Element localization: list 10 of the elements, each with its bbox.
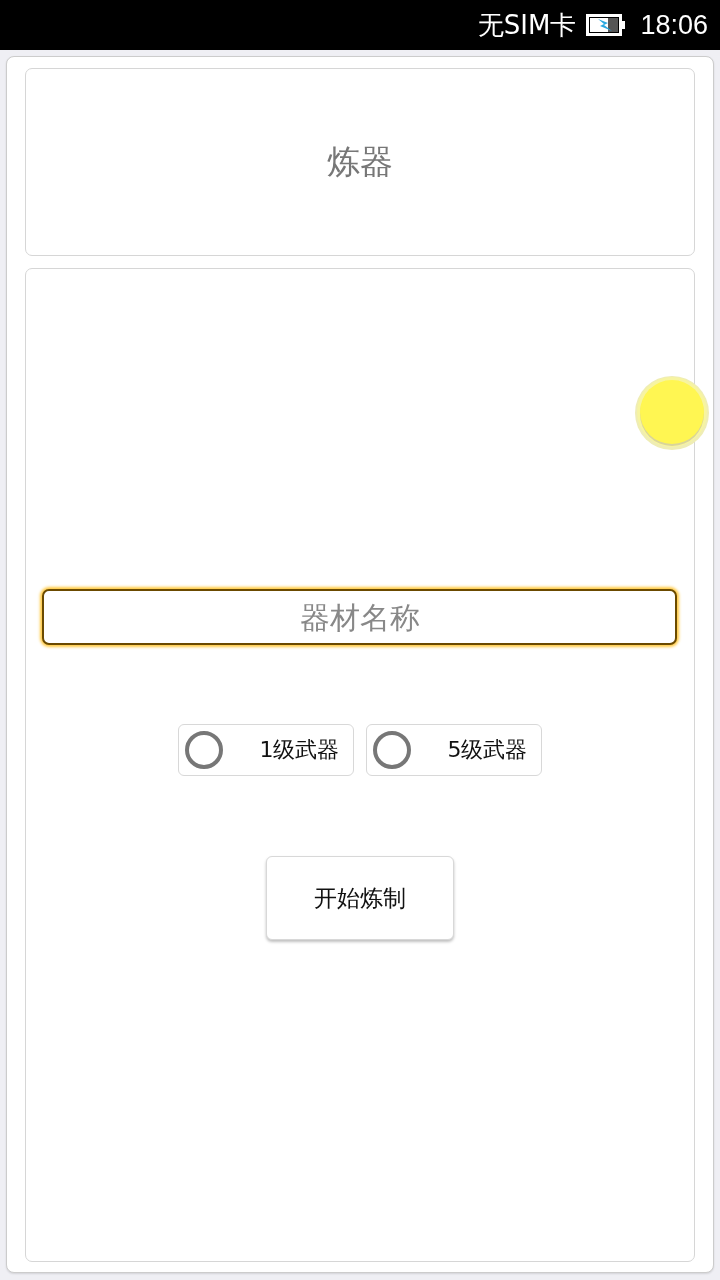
battery-charging-icon	[586, 14, 627, 36]
radio-option[interactable]: 1级武器	[177, 724, 354, 776]
radio-icon[interactable]	[372, 731, 411, 769]
clock-text: 18:06	[640, 10, 708, 40]
radio-option[interactable]: 5级武器	[365, 724, 542, 776]
carrier-text: 无SIM卡	[477, 10, 577, 40]
start-button[interactable]: 开始炼制	[265, 856, 454, 940]
input-field[interactable]: 器材名称	[42, 589, 677, 645]
radio-icon[interactable]	[184, 731, 223, 769]
page-title: 炼器	[327, 140, 393, 183]
